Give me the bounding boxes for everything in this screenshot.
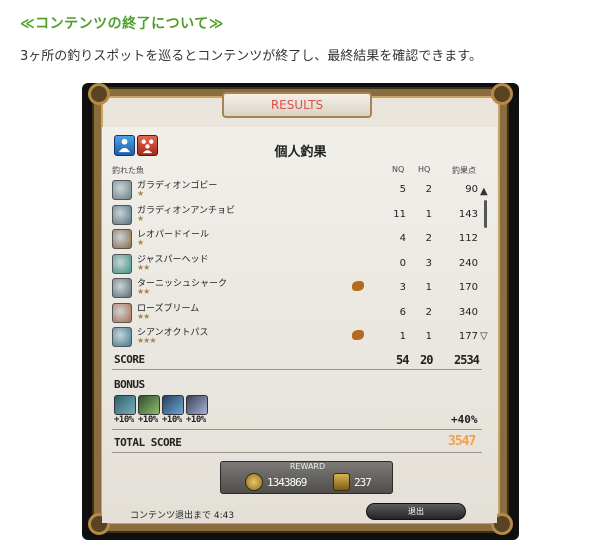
exit-timer: コンテンツ退出まで 4:43 <box>130 511 235 521</box>
fish-icon <box>112 253 132 274</box>
score-label: SCORE <box>114 353 145 366</box>
fish-stars: ★ <box>137 189 144 198</box>
panel-title: 個人釣果 <box>274 145 327 160</box>
total-score-label: TOTAL SCORE <box>114 436 182 449</box>
fish-hq: 2 <box>425 184 432 195</box>
game-screenshot: RESULTS 個人釣果 釣れた魚 NQ HQ 釣果点 ガラディオンゴビー ★ 5 2… <box>82 83 519 540</box>
divider <box>112 452 482 453</box>
fish-stars: ★★★ <box>137 336 156 345</box>
frame-ornament-icon <box>491 83 513 105</box>
bonus-value-3: +10% <box>162 415 182 425</box>
fish-row[interactable]: ガラディオンアンチョビ ★ 11 1 143 <box>112 203 482 228</box>
bonus-value-4: +10% <box>186 415 206 425</box>
fish-icon <box>112 278 132 298</box>
fish-stars: ★ <box>137 238 144 247</box>
results-tab[interactable]: RESULTS <box>222 92 372 118</box>
fish-stars: ★★ <box>137 262 150 272</box>
fish-hq: 1 <box>425 282 432 293</box>
fish-hq: 1 <box>425 331 432 342</box>
fish-points: 170 <box>458 282 478 293</box>
fish-name: ガラディオンゴビー <box>137 181 218 191</box>
fish-list[interactable]: ガラディオンゴビー ★ 5 2 90 ガラディオンアンチョビ ★ 11 1 143 レオパードイール… <box>112 178 482 348</box>
bonus-value-1: +10% <box>114 415 134 425</box>
fish-row[interactable]: ローズブリーム ★★ 6 2 340 <box>112 301 482 326</box>
exit-button[interactable]: 退出 <box>366 503 466 520</box>
bait-icon <box>352 330 364 340</box>
frame-ornament-icon <box>88 83 110 105</box>
fish-nq: 3 <box>399 282 406 293</box>
fish-row[interactable]: レオパードイール ★ 4 2 112 <box>112 227 482 252</box>
fish-nq: 0 <box>399 257 406 269</box>
fish-hq: 1 <box>425 208 432 220</box>
fish-hq: 2 <box>425 233 432 244</box>
section-heading: ≪コンテンツの終了について≫ <box>20 16 224 32</box>
fish-stars: ★ <box>137 213 144 223</box>
fish-icon <box>112 229 132 249</box>
intro-text: 3ヶ所の釣りスポットを巡るとコンテンツが終了し、最終結果を確認できます。 <box>20 49 482 64</box>
fish-points: 340 <box>458 306 478 318</box>
fish-points: 90 <box>465 184 478 195</box>
fish-row[interactable]: ジャスパーヘッド ★★ 0 3 240 <box>112 252 482 277</box>
fish-hq: 2 <box>425 306 432 318</box>
divider <box>112 369 482 370</box>
fish-icon <box>112 302 132 323</box>
bonus-total: +40% <box>451 413 478 426</box>
fish-nq: 11 <box>393 208 406 220</box>
fish-points: 143 <box>458 208 478 220</box>
fish-nq: 6 <box>399 306 406 318</box>
fish-points: 112 <box>458 233 478 244</box>
fish-nq: 1 <box>399 331 406 342</box>
bonus-icon-1 <box>114 395 136 415</box>
reward-box: REWARD 1343869 237 <box>220 461 393 494</box>
bait-icon <box>352 281 364 291</box>
fish-points: 240 <box>458 257 478 269</box>
score-points: 2534 <box>454 353 480 367</box>
reward-scrips: 237 <box>354 476 372 489</box>
bonus-icon-4 <box>186 395 208 415</box>
fish-nq: 4 <box>399 233 406 244</box>
bonus-icon-3 <box>162 395 184 415</box>
bonus-value-2: +10% <box>138 415 158 425</box>
column-hq: HQ <box>418 165 431 174</box>
divider <box>112 429 482 430</box>
reward-gil: 1343869 <box>267 476 307 489</box>
scrollbar[interactable] <box>484 200 487 228</box>
scroll-down-icon[interactable]: ▽ <box>480 331 488 342</box>
reward-label: REWARD <box>289 462 326 471</box>
fish-row[interactable]: ガラディオンゴビー ★ 5 2 90 <box>112 178 482 203</box>
fish-icon <box>112 180 132 200</box>
fish-icon <box>112 327 132 347</box>
column-points: 釣果点 <box>452 166 476 175</box>
total-score-value: 3547 <box>448 434 476 449</box>
fish-icon <box>112 204 132 225</box>
bonus-label: BONUS <box>114 378 145 391</box>
column-nq: NQ <box>392 165 405 174</box>
scrip-icon <box>333 473 350 491</box>
fish-name: レオパードイール <box>137 230 210 240</box>
scroll-up-icon[interactable]: ▲ <box>480 186 488 197</box>
column-fish: 釣れた魚 <box>112 166 144 175</box>
fish-nq: 5 <box>399 184 406 195</box>
fish-row[interactable]: ターニッシュシャーク ★★ 3 1 170 <box>112 276 482 301</box>
bonus-icon-2 <box>138 395 160 415</box>
fish-points: 177 <box>458 331 478 342</box>
fish-hq: 3 <box>425 257 432 269</box>
score-nq: 54 <box>396 353 409 367</box>
fish-name: ターニッシュシャーク <box>137 279 228 289</box>
gil-icon <box>245 473 263 491</box>
fish-stars: ★★ <box>137 287 150 296</box>
fish-row[interactable]: シアンオクトパス ★★★ 1 1 177 <box>112 325 482 348</box>
score-hq: 20 <box>420 353 433 367</box>
fish-name: ガラディオンアンチョビ <box>137 205 236 216</box>
fish-stars: ★★ <box>137 311 150 321</box>
